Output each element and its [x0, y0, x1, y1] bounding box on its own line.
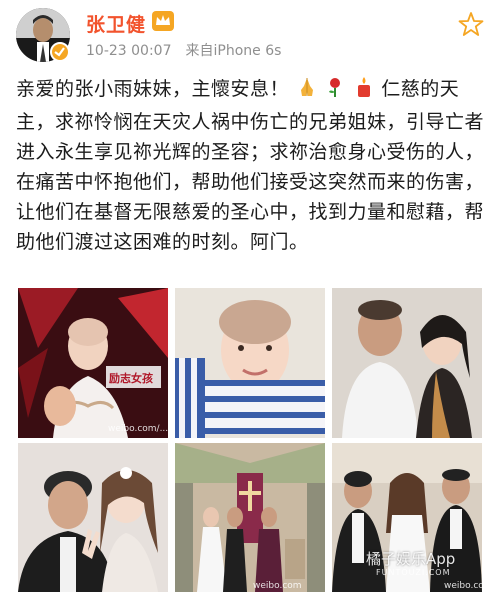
- post-source[interactable]: 来自iPhone 6s: [185, 43, 281, 59]
- post-photo-4[interactable]: [18, 443, 168, 592]
- post-photo-3[interactable]: [332, 288, 482, 438]
- post-header: 张卫健 10-23 00:07 来自iPhone 6s: [0, 0, 500, 70]
- brand-watermark: 橘子娱乐App: [366, 550, 456, 568]
- post-body: 亲爱的张小雨妹妹，主懷安息！ 仁慈的天主，求祢怜悯在天灾人祸中伤亡的兄弟姐妹，引…: [16, 74, 486, 257]
- post-photo-5[interactable]: weibo.com: [175, 443, 325, 592]
- post-text-greeting: 亲爱的张小雨妹妹，主懷安息！: [16, 78, 290, 100]
- favorite-star-icon[interactable]: [458, 11, 484, 37]
- post-photo-2[interactable]: [175, 288, 325, 438]
- photo-5-watermark: weibo.com: [253, 581, 302, 591]
- vip-crown-icon[interactable]: [152, 11, 174, 31]
- post-text-prayer: 仁慈的天主，求祢怜悯在天灾人祸中伤亡的兄弟姐妹，引导亡者进入永生享见祢光辉的圣容…: [16, 78, 485, 253]
- praying-hands-icon: [296, 76, 318, 107]
- candle-icon: [353, 76, 375, 107]
- post-meta: 10-23 00:07 来自iPhone 6s: [86, 40, 281, 60]
- post-timestamp: 10-23 00:07: [86, 43, 172, 59]
- verified-badge-icon: [50, 42, 70, 62]
- rose-icon: [324, 76, 346, 107]
- corner-watermark: weibo.com: [444, 581, 482, 591]
- brand-watermark-sub: FUNTOUZI.COM: [376, 568, 451, 577]
- photo-1-caption: 励志女孩: [109, 372, 153, 385]
- photo-1-watermark: weibo.com/...: [108, 424, 168, 434]
- author-name[interactable]: 张卫健: [86, 10, 146, 37]
- post-photo-1[interactable]: 励志女孩 weibo.com/...: [18, 288, 168, 438]
